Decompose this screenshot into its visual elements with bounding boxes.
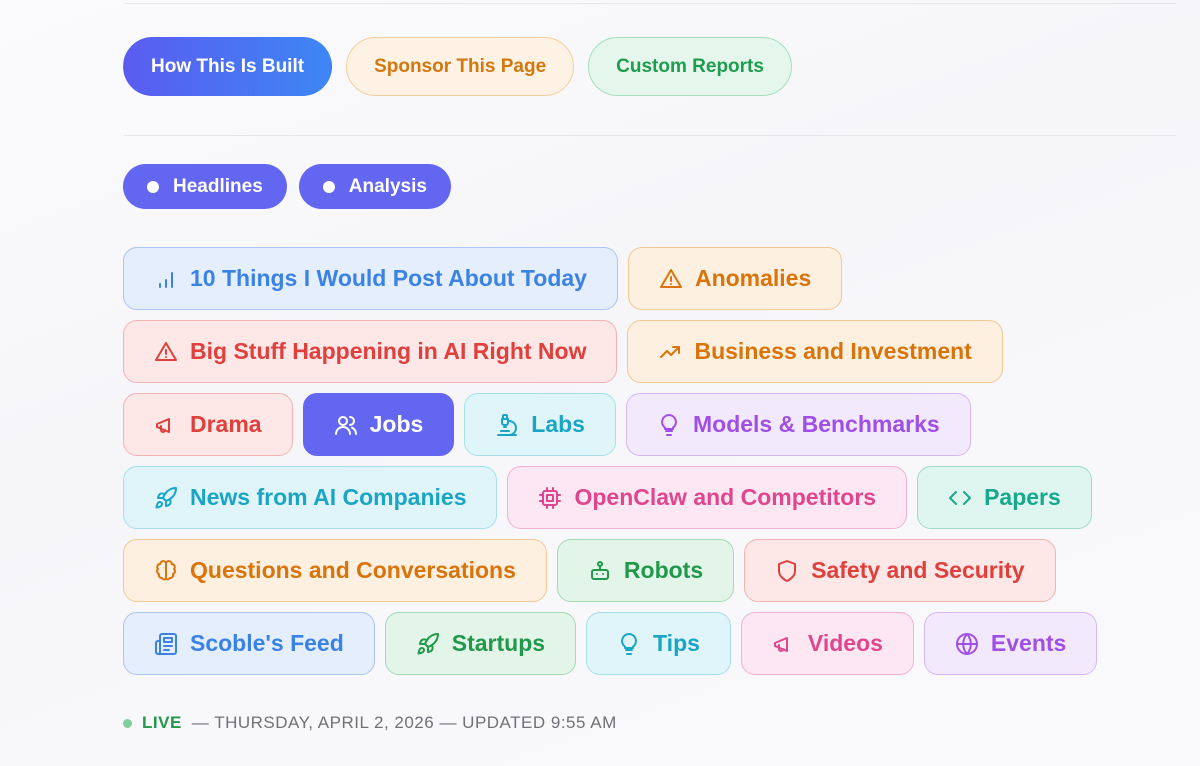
updated-timestamp: — THURSDAY, APRIL 2, 2026 — UPDATED 9:55… [191, 713, 617, 732]
custom-reports-button[interactable]: Custom Reports [588, 37, 792, 96]
tag-label: News from AI Companies [190, 484, 467, 510]
tag-label: Safety and Security [811, 557, 1025, 583]
tag-label: Big Stuff Happening in AI Right Now [190, 338, 587, 364]
tag-anomalies[interactable]: Anomalies [627, 247, 843, 310]
tag-openclaw-competitors[interactable]: OpenClaw and Competitors [507, 466, 908, 529]
chip-icon [539, 486, 562, 509]
view-toggle-row: Headlines Analysis [123, 164, 451, 209]
tag-videos[interactable]: Videos [740, 612, 914, 675]
rocket-icon [417, 632, 439, 654]
shield-icon [778, 559, 797, 582]
tag-robots[interactable]: Robots [556, 539, 735, 602]
headlines-view-button[interactable]: Headlines [123, 164, 287, 209]
tag-models-benchmarks[interactable]: Models & Benchmarks [625, 393, 971, 456]
tag-events[interactable]: Events [923, 612, 1098, 675]
live-badge: LIVE [142, 713, 182, 732]
signal-bars-icon [159, 271, 173, 288]
tag-news-ai-companies[interactable]: News from AI Companies [123, 466, 498, 529]
brain-icon [156, 559, 176, 580]
status-bar: LIVE — THURSDAY, APRIL 2, 2026 — UPDATED… [123, 713, 617, 733]
megaphone-icon [156, 417, 170, 433]
trending-up-icon [660, 345, 681, 358]
robot-icon [590, 560, 609, 580]
section-divider [124, 135, 1176, 136]
analysis-label: Analysis [348, 175, 427, 197]
lightbulb-icon [661, 413, 677, 436]
tag-label: OpenClaw and Competitors [574, 484, 877, 510]
tag-10-things[interactable]: 10 Things I Would Post About Today [123, 247, 618, 310]
tag-label: Scoble's Feed [190, 630, 344, 656]
tag-tips[interactable]: Tips [586, 612, 731, 675]
lightbulb-icon [621, 632, 637, 655]
analysis-view-button[interactable]: Analysis [298, 164, 451, 209]
tag-startups[interactable]: Startups [384, 612, 577, 675]
top-divider [124, 3, 1176, 4]
tag-big-stuff[interactable]: Big Stuff Happening in AI Right Now [123, 320, 618, 383]
tag-label: Startups [451, 630, 546, 656]
category-tags: 10 Things I Would Post About Today Anoma… [123, 247, 1123, 685]
tag-labs[interactable]: Labs [464, 393, 616, 456]
microscope-icon [497, 413, 518, 436]
live-dot-icon [123, 718, 132, 728]
tag-label: Drama [190, 411, 262, 437]
how-this-is-built-button[interactable]: How This Is Built [123, 37, 333, 96]
tag-label: Tips [653, 630, 700, 656]
newspaper-icon [155, 632, 177, 655]
tag-label: Robots [623, 557, 704, 583]
tag-label: Papers [984, 484, 1061, 510]
tag-papers[interactable]: Papers [917, 466, 1092, 529]
tag-safety-security[interactable]: Safety and Security [744, 539, 1056, 602]
rocket-icon [155, 486, 177, 508]
tag-label: Events [990, 630, 1067, 656]
tag-label: Models & Benchmarks [692, 411, 940, 437]
globe-icon [955, 632, 978, 655]
dot-icon [322, 180, 335, 193]
tag-label: Questions and Conversations [190, 557, 516, 583]
code-icon [949, 490, 972, 505]
warning-triangle-icon [659, 268, 682, 288]
tag-questions-conversations[interactable]: Questions and Conversations [123, 539, 547, 602]
warning-triangle-icon [155, 341, 177, 361]
tag-label: Labs [531, 411, 585, 437]
tag-drama[interactable]: Drama [123, 393, 293, 456]
tag-label: Anomalies [694, 265, 812, 291]
tag-label: Jobs [369, 411, 424, 437]
tag-label: 10 Things I Would Post About Today [190, 265, 587, 291]
tag-label: Business and Investment [694, 338, 972, 364]
top-button-row: How This Is Built Sponsor This Page Cust… [123, 37, 792, 96]
megaphone-icon [773, 636, 788, 652]
headlines-label: Headlines [173, 175, 263, 197]
sponsor-this-page-button[interactable]: Sponsor This Page [346, 37, 575, 96]
tag-scobles-feed[interactable]: Scoble's Feed [123, 612, 375, 675]
tag-jobs[interactable]: Jobs [302, 393, 455, 456]
tag-business-investment[interactable]: Business and Investment [627, 320, 1003, 383]
dot-icon [147, 180, 159, 193]
tag-label: Videos [807, 630, 883, 656]
users-icon [334, 415, 357, 435]
